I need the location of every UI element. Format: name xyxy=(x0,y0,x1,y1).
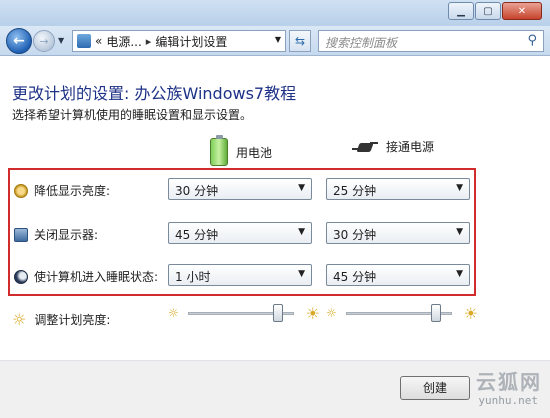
dim-display-label: 降低显示亮度: xyxy=(34,184,111,198)
search-placeholder: 搜索控制面板 xyxy=(325,36,398,50)
brightness-plugged-slider[interactable]: ☼ ☀ xyxy=(326,304,478,324)
breadcrumb-power-options[interactable]: 电源... xyxy=(106,33,141,50)
maximize-button[interactable]: ▢ xyxy=(475,2,501,20)
brightness-sun-icon: ☼ xyxy=(12,310,27,329)
battery-column-header: 用电池 xyxy=(210,135,273,166)
chevron-down-icon: ▼ xyxy=(298,269,305,279)
battery-icon xyxy=(210,135,228,166)
brightness-label: 调整计划亮度: xyxy=(34,313,111,327)
sleep-row: 使计算机进入睡眠状态: xyxy=(14,268,158,285)
chevron-down-icon: ▼ xyxy=(298,227,305,237)
breadcrumb-edit-plan[interactable]: 编辑计划设置 xyxy=(155,33,227,50)
monitor-icon xyxy=(14,227,28,242)
sleep-moon-icon xyxy=(14,269,28,284)
close-button[interactable]: ✕ xyxy=(502,2,542,20)
address-bar[interactable]: « 电源... ▸ 编辑计划设置 ▼ xyxy=(72,30,286,52)
dim-display-battery-select[interactable]: 30 分钟 ▼ xyxy=(168,178,312,200)
breadcrumb-separator: ▸ xyxy=(145,34,152,48)
refresh-button[interactable]: ⇆ xyxy=(289,30,311,52)
dim-display-plugged-value: 25 分钟 xyxy=(333,184,377,198)
slider-thumb[interactable] xyxy=(273,304,284,322)
dim-display-plugged-select[interactable]: 25 分钟 ▼ xyxy=(326,178,470,200)
chevron-down-icon: ▼ xyxy=(298,183,305,193)
title-bar: ▁ ▢ ✕ xyxy=(0,0,550,26)
slider-thumb[interactable] xyxy=(431,304,442,322)
dim-sun-icon: ☼ xyxy=(326,306,337,320)
bright-sun-icon: ☀ xyxy=(463,304,478,323)
page-title: 更改计划的设置: 办公族Windows7教程 xyxy=(12,84,297,103)
dim-brightness-icon xyxy=(14,183,28,198)
watermark: 云狐网 yunhu.net xyxy=(426,364,550,418)
chevron-down-icon: ▼ xyxy=(456,269,463,279)
address-dropdown-icon[interactable]: ▼ xyxy=(275,35,281,44)
dim-display-row: 降低显示亮度: xyxy=(14,182,110,199)
control-panel-icon xyxy=(77,34,91,48)
turn-off-display-battery-value: 45 分钟 xyxy=(175,228,219,242)
sleep-label: 使计算机进入睡眠状态: xyxy=(34,270,159,284)
forward-button[interactable]: → xyxy=(33,30,55,52)
turn-off-display-plugged-select[interactable]: 30 分钟 ▼ xyxy=(326,222,470,244)
back-button[interactable]: ← xyxy=(6,28,32,54)
turn-off-display-row: 关闭显示器: xyxy=(14,226,98,243)
dim-display-battery-value: 30 分钟 xyxy=(175,184,219,198)
turn-off-display-battery-select[interactable]: 45 分钟 ▼ xyxy=(168,222,312,244)
window-controls: ▁ ▢ ✕ xyxy=(448,2,542,20)
history-dropdown-icon[interactable]: ▼ xyxy=(58,36,64,45)
dim-sun-icon: ☼ xyxy=(168,306,179,320)
turn-off-display-plugged-value: 30 分钟 xyxy=(333,228,377,242)
chevron-down-icon: ▼ xyxy=(456,183,463,193)
plugged-column-label: 接通电源 xyxy=(386,140,435,154)
sleep-plugged-value: 45 分钟 xyxy=(333,270,377,284)
battery-column-label: 用电池 xyxy=(236,145,273,160)
sleep-battery-value: 1 小时 xyxy=(175,270,211,284)
bright-sun-icon: ☀ xyxy=(305,304,320,323)
search-icon[interactable]: ⚲ xyxy=(527,33,537,48)
watermark-url: yunhu.net xyxy=(478,394,538,407)
minimize-button[interactable]: ▁ xyxy=(448,2,474,20)
sleep-plugged-select[interactable]: 45 分钟 ▼ xyxy=(326,264,470,286)
turn-off-display-label: 关闭显示器: xyxy=(34,228,99,242)
page-description: 选择希望计算机使用的睡眠设置和显示设置。 xyxy=(12,108,253,122)
brightness-battery-slider[interactable]: ☼ ☀ xyxy=(168,304,320,324)
chevron-down-icon: ▼ xyxy=(456,227,463,237)
watermark-text: 云狐网 xyxy=(476,370,542,394)
search-input[interactable]: 搜索控制面板 ⚲ xyxy=(318,30,544,52)
plugged-column-header: 接通电源 xyxy=(352,138,434,155)
power-plug-icon xyxy=(352,140,378,154)
sleep-battery-select[interactable]: 1 小时 ▼ xyxy=(168,264,312,286)
navigation-bar: ← → ▼ « 电源... ▸ 编辑计划设置 ▼ ⇆ 搜索控制面板 ⚲ xyxy=(0,26,550,56)
breadcrumb-overflow[interactable]: « xyxy=(95,34,102,48)
brightness-row: ☼ 调整计划亮度: xyxy=(12,310,110,329)
